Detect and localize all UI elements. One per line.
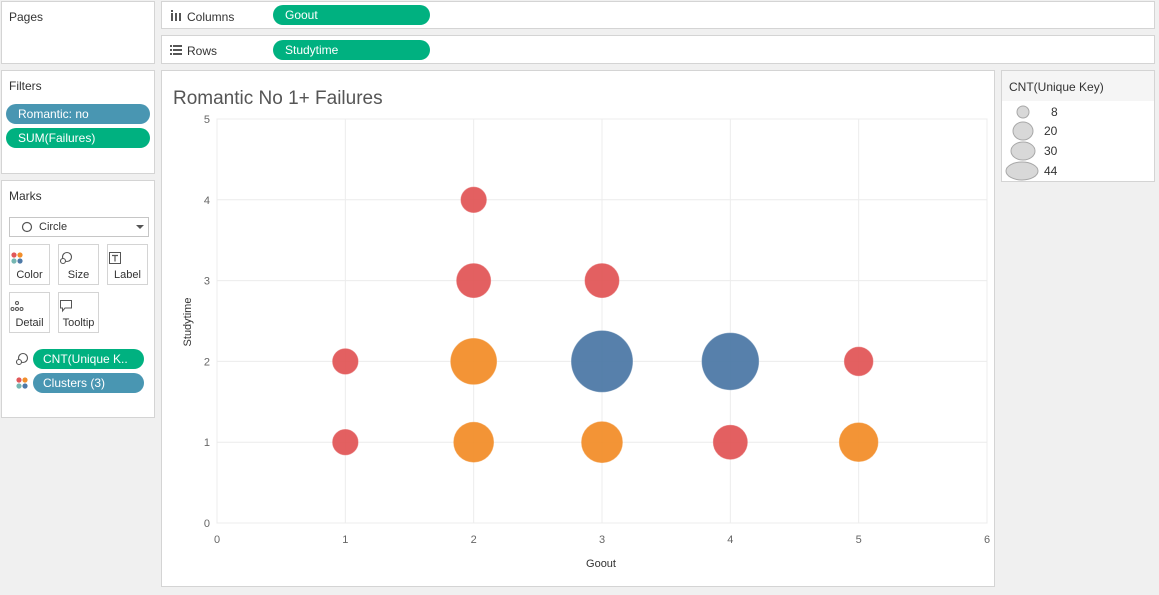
filters-panel[interactable]: Filters Romantic: no SUM(Failures) [1,70,155,174]
label-button-label: Label [114,269,141,281]
columns-pill-goout[interactable]: Goout [273,5,430,25]
legend-value: 8 [1051,105,1058,119]
cluster-red-point[interactable] [843,346,874,377]
cluster-orange-point[interactable] [838,421,879,463]
cluster-red-point[interactable] [331,347,360,376]
columns-label: Columns [187,10,235,24]
y-tick-label: 0 [204,518,210,530]
marks-panel[interactable]: Marks Circle Color Size Label Detail Too… [1,180,155,418]
legend-value: 20 [1044,124,1058,138]
color-button-label: Color [16,269,43,281]
legend-item-30: 30 [1004,141,1154,161]
rows-shelf[interactable]: Rows Studytime [161,35,1155,64]
size-icon [15,352,29,366]
tooltip-button-label: Tooltip [62,317,95,329]
size-circle-icon [1012,121,1034,141]
rows-pill-studytime[interactable]: Studytime [273,40,430,60]
text-label-icon [109,252,121,264]
cluster-blue-point[interactable] [701,332,760,391]
chart-title: Romantic No 1+ Failures [173,88,383,109]
cluster-red-point[interactable] [712,424,749,461]
cluster-red-point[interactable] [584,262,620,299]
scatter-chart: Romantic No 1+ Failures Studytime Goout … [173,88,990,570]
y-tick-label: 4 [204,195,210,207]
cluster-red-point[interactable] [455,262,492,299]
label-button[interactable]: Label [107,244,148,285]
pages-title: Pages [9,10,44,24]
filter-pill-failures[interactable]: SUM(Failures) [6,128,150,148]
y-tick-label: 1 [204,437,210,449]
x-tick-label: 3 [599,534,605,546]
cluster-orange-point[interactable] [452,421,495,464]
x-axis-label: Goout [586,558,616,570]
legend-value: 30 [1044,144,1058,158]
x-tick-label: 5 [856,534,862,546]
cluster-orange-point[interactable] [580,420,624,464]
color-button[interactable]: Color [9,244,50,285]
y-tick-label: 3 [204,276,210,288]
x-tick-label: 6 [984,534,990,546]
filters-title: Filters [9,79,42,93]
size-circle-icon [1010,141,1036,161]
chart-panel: Romantic No 1+ Failures Studytime Goout … [161,70,995,587]
x-tick-label: 0 [214,534,220,546]
legend-item-44: 44 [1004,161,1154,181]
tooltip-button[interactable]: Tooltip [58,292,99,333]
detail-icon [10,301,24,311]
pages-panel[interactable]: Pages [1,1,155,64]
cluster-red-point[interactable] [331,428,360,456]
marks-title: Marks [9,189,42,203]
y-axis-label: Studytime [182,298,194,347]
cluster-orange-point[interactable] [449,337,498,386]
legend-value: 44 [1044,164,1058,178]
color-icon [16,377,28,389]
size-circle-icon [1016,105,1030,119]
x-tick-label: 1 [342,534,348,546]
x-tick-label: 2 [471,534,477,546]
mark-type-dropdown[interactable]: Circle [9,217,149,237]
rows-icon [170,45,182,55]
size-icon [59,251,73,265]
mark-type-label: Circle [39,221,68,233]
legend-item-20: 20 [1004,121,1154,141]
color-icon [11,252,23,264]
detail-button[interactable]: Detail [9,292,50,333]
filter-pill-romantic[interactable]: Romantic: no [6,104,150,124]
size-button[interactable]: Size [58,244,99,285]
rows-label: Rows [187,44,218,58]
size-encoding-pill[interactable]: CNT(Unique K.. [33,349,144,369]
chevron-down-icon [136,225,144,229]
y-tick-label: 2 [204,356,210,368]
x-tick-label: 4 [727,534,733,546]
columns-shelf[interactable]: Columns Goout [161,1,1155,29]
legend-item-8: 8 [1004,102,1154,122]
cluster-red-point[interactable] [459,186,488,214]
tooltip-icon [60,300,72,313]
circle-icon [21,221,33,233]
size-legend[interactable]: CNT(Unique Key) 8 20 30 44 [1001,70,1155,182]
legend-title: CNT(Unique Key) [1009,80,1104,94]
size-button-label: Size [67,269,90,281]
detail-button-label: Detail [15,317,44,329]
color-encoding-pill[interactable]: Clusters (3) [33,373,144,393]
cluster-blue-point[interactable] [570,329,634,393]
size-circle-icon [1005,161,1039,181]
columns-icon [171,10,181,21]
y-tick-label: 5 [204,114,210,126]
